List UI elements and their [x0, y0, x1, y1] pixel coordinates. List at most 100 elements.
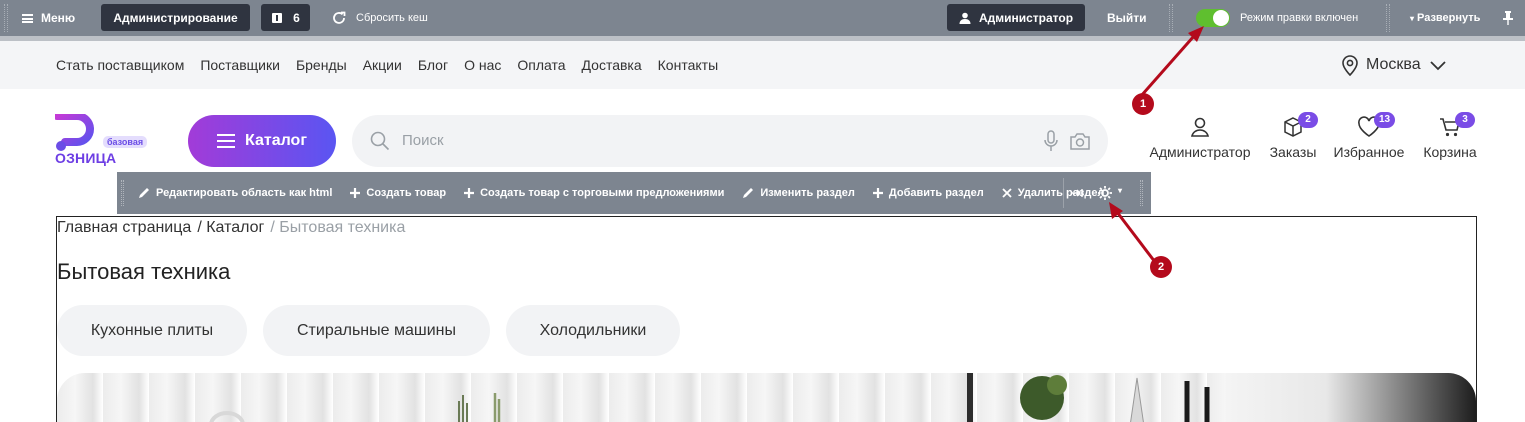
header-account[interactable]: Администратор — [1148, 116, 1252, 160]
logo-text: ОЗНИЦА — [55, 150, 117, 166]
breadcrumb-catalog[interactable]: / Каталог — [197, 219, 264, 237]
logo-badge: базовая — [103, 136, 148, 148]
orders-badge: 2 — [1298, 112, 1318, 128]
breadcrumb-current: / Бытовая техника — [270, 219, 406, 236]
camera-icon[interactable] — [1069, 131, 1091, 151]
subcategory-chip[interactable]: Стиральные машины — [263, 305, 490, 356]
subcategory-chip[interactable]: Холодильники — [506, 305, 680, 356]
clear-cache-button[interactable]: Сбросить кеш — [330, 0, 428, 36]
clear-cache-label: Сбросить кеш — [356, 12, 428, 24]
top-link[interactable]: Доставка — [582, 57, 642, 73]
menu-button[interactable]: Меню — [22, 0, 75, 36]
edit-mode-toggle[interactable]: Режим правки включен — [1196, 0, 1358, 36]
add-section-button[interactable]: Добавить раздел — [872, 187, 984, 199]
create-product-offers-button[interactable]: Создать товар с торговыми предложениями — [463, 187, 724, 199]
create-product-label: Создать товар — [366, 187, 447, 199]
delete-section-button[interactable]: Удалить раздел — [1001, 187, 1105, 199]
plus-icon — [464, 188, 475, 198]
admin-user-label: Администратор — [978, 10, 1074, 25]
admin-panel: Меню Администрирование 6 Сбросить кеш Ад… — [0, 0, 1525, 36]
chevron-down-icon[interactable]: ▾ — [1118, 186, 1122, 195]
pin-icon — [1503, 11, 1513, 25]
edit-section-label: Изменить раздел — [760, 187, 855, 199]
cart-badge: 3 — [1455, 112, 1475, 128]
header-account-label: Администратор — [1149, 144, 1251, 160]
user-icon — [1190, 117, 1210, 137]
close-icon — [1002, 188, 1012, 198]
toolbar-grip[interactable] — [121, 180, 124, 206]
plus-icon — [872, 188, 883, 198]
chevron-down-icon: ▾ — [1410, 13, 1415, 23]
notifications-count: 6 — [293, 10, 300, 25]
header-orders-label: Заказы — [1269, 144, 1317, 160]
top-link[interactable]: Стать поставщиком — [56, 57, 184, 73]
notifications-button[interactable]: 6 — [261, 4, 310, 31]
top-menu-links: Стать поставщиком Поставщики Бренды Акци… — [56, 41, 718, 89]
logout-label: Выйти — [1107, 11, 1147, 25]
top-menu: Стать поставщиком Поставщики Бренды Акци… — [0, 41, 1525, 89]
catalog-label: Каталог — [245, 132, 307, 149]
expand-label: Развернуть — [1417, 12, 1481, 24]
top-link[interactable]: Акции — [363, 57, 402, 73]
search-placeholder: Поиск — [402, 132, 444, 149]
logout-button[interactable]: Выйти — [1107, 0, 1147, 36]
pin-toolbar-icon[interactable] — [1070, 188, 1084, 198]
top-link[interactable]: Бренды — [296, 57, 347, 73]
subcategory-label: Кухонные плиты — [90, 321, 214, 339]
annotation-marker-1: 1 — [1132, 93, 1154, 115]
header-favorites[interactable]: Избранное — [1330, 116, 1408, 160]
toolbar-separator — [1063, 178, 1064, 208]
edit-mode-label: Режим правки включен — [1240, 12, 1359, 24]
catalog-button[interactable]: Каталог — [188, 115, 336, 167]
breadcrumb: Главная страница / Каталог / Бытовая тех… — [57, 219, 405, 237]
toggle-switch[interactable] — [1196, 9, 1230, 27]
microphone-icon[interactable] — [1044, 130, 1058, 152]
top-link[interactable]: Оплата — [517, 57, 565, 73]
breadcrumb-home[interactable]: Главная страница — [57, 219, 191, 237]
create-product-button[interactable]: Создать товар — [349, 187, 446, 199]
top-link[interactable]: О нас — [464, 57, 501, 73]
pencil-icon — [743, 188, 754, 198]
delete-section-label: Удалить раздел — [1017, 187, 1105, 199]
chevron-down-icon — [1429, 61, 1446, 71]
admin-user-button[interactable]: Администратор — [947, 4, 1085, 31]
favorites-badge: 13 — [1374, 112, 1396, 128]
top-link[interactable]: Блог — [418, 57, 448, 73]
city-selector[interactable]: Москва — [1340, 41, 1453, 89]
header-favorites-label: Избранное — [1333, 144, 1405, 160]
banner-dark-edge — [1226, 373, 1476, 422]
toolbar-grip[interactable] — [1140, 180, 1143, 206]
logo[interactable]: базовая ОЗНИЦА — [55, 114, 155, 170]
edit-toolbar: Редактировать область как html Создать т… — [117, 172, 1151, 214]
search-icon — [370, 131, 390, 151]
location-pin-icon — [1342, 55, 1358, 76]
edit-section-button[interactable]: Изменить раздел — [741, 186, 855, 200]
subcategory-label: Стиральные машины — [297, 321, 456, 339]
top-link[interactable]: Контакты — [658, 57, 718, 73]
edit-toolbar-items: Редактировать область как html Создать т… — [137, 172, 1104, 214]
user-icon — [959, 12, 971, 24]
logo-mark-icon — [55, 114, 94, 151]
search-field[interactable]: Поиск — [352, 115, 1108, 167]
panel-divider — [1386, 4, 1390, 32]
gear-icon[interactable] — [1097, 185, 1113, 201]
hamburger-icon — [217, 134, 235, 148]
menu-label: Меню — [41, 11, 76, 25]
pin-button[interactable] — [1503, 0, 1513, 36]
subcategory-chip[interactable]: Кухонные плиты — [57, 305, 247, 356]
refresh-icon — [333, 11, 346, 24]
edit-html-button[interactable]: Редактировать область как html — [137, 186, 332, 200]
notification-icon — [272, 12, 283, 23]
administration-label: Администрирование — [113, 10, 238, 25]
subcategory-label: Холодильники — [539, 321, 647, 339]
page-title: Бытовая техника — [57, 259, 231, 284]
panel-grip[interactable] — [4, 4, 8, 32]
expand-button[interactable]: ▾ Развернуть — [1410, 0, 1480, 36]
create-product-offers-label: Создать товар с торговыми предложениями — [480, 187, 725, 199]
top-link[interactable]: Поставщики — [200, 57, 280, 73]
category-banner-image — [57, 373, 1476, 422]
header-cart-label: Корзина — [1423, 144, 1477, 160]
city-label: Москва — [1366, 56, 1421, 73]
plus-icon — [350, 188, 361, 198]
administration-button[interactable]: Администрирование — [101, 4, 250, 31]
